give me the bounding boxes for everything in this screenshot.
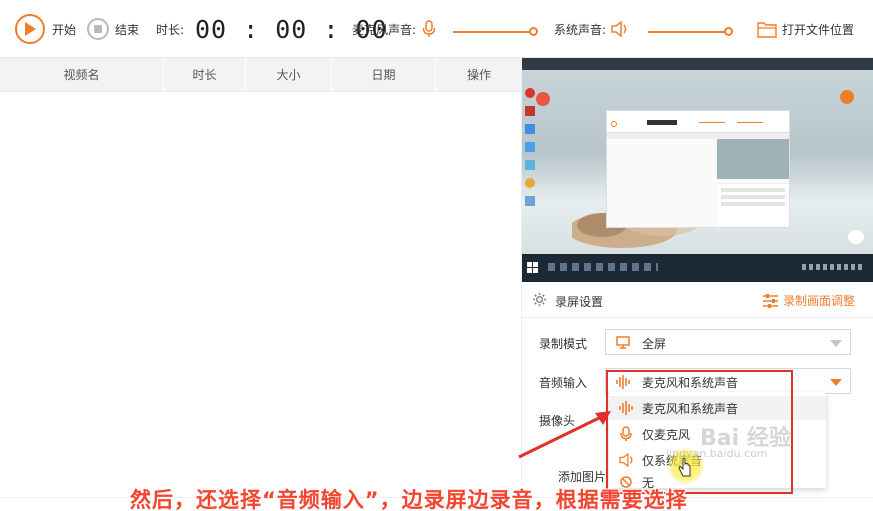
column-header-name[interactable]: 视频名 <box>0 58 164 92</box>
chevron-down-icon <box>830 340 842 347</box>
screen-preview <box>522 58 873 282</box>
audio-option-label: 仅麦克风 <box>642 428 691 442</box>
speaker-icon <box>611 21 627 37</box>
stop-icon <box>87 18 109 40</box>
sliders-icon <box>763 293 778 308</box>
tutorial-caption: 然后，还选择“音频输入”，边录屏边录音，根据需要选择 <box>130 488 688 511</box>
annotation-arrow-icon <box>518 411 611 459</box>
desktop-wallpaper <box>522 70 873 254</box>
hand-cursor-icon <box>678 458 691 477</box>
open-folder-button[interactable]: 打开文件位置 <box>757 0 854 58</box>
system-volume-handle[interactable] <box>724 27 733 36</box>
windows-start-icon <box>527 262 538 273</box>
system-volume-label: 系统声音: <box>554 0 629 58</box>
column-header-actions[interactable]: 操作 <box>436 58 522 92</box>
settings-title: 录屏设置 <box>555 295 604 309</box>
mic-label-text: 麦克风声音: <box>352 22 417 37</box>
speaker-icon <box>619 453 633 467</box>
stop-label: 结束 <box>115 22 140 37</box>
column-header-date[interactable]: 日期 <box>332 58 436 92</box>
recording-mode-value: 全屏 <box>642 337 667 351</box>
recording-settings-header: 录屏设置 录制画面调整 <box>522 282 873 318</box>
audio-option-label: 麦克风和系统声音 <box>642 402 739 416</box>
gear-icon <box>532 292 547 307</box>
open-folder-label: 打开文件位置 <box>782 22 855 37</box>
start-button[interactable]: 开始 <box>15 0 76 58</box>
duration-label-text: 时长: <box>156 22 185 37</box>
toolbar: 开始 结束 时长: 00 : 00 : 00 麦克风声音: 系统声音: 打开文件… <box>0 0 873 58</box>
mic-volume-handle[interactable] <box>529 27 538 36</box>
start-label: 开始 <box>52 22 77 37</box>
nested-recorder-window <box>606 110 790 228</box>
audio-input-select[interactable]: 麦克风和系统声音 <box>605 368 851 394</box>
column-header-duration[interactable]: 时长 <box>164 58 246 92</box>
chevron-down-icon <box>830 379 842 386</box>
system-label-text: 系统声音: <box>554 22 607 37</box>
desktop-icons <box>525 88 537 218</box>
watermark-url: jingyan.baidu.com <box>666 447 768 460</box>
audio-wave-icon <box>619 401 633 415</box>
taskbar <box>522 254 873 282</box>
mic-volume-label: 麦克风声音: <box>352 0 436 58</box>
microphone-icon <box>620 426 632 441</box>
audio-input-label: 音频输入 <box>539 376 588 390</box>
recording-mode-label: 录制模式 <box>539 337 588 351</box>
microphone-icon <box>422 20 436 37</box>
stop-button[interactable]: 结束 <box>87 0 139 58</box>
mic-volume-slider[interactable] <box>453 31 531 33</box>
add-image-label: 添加图片 <box>558 470 607 484</box>
monitor-icon <box>616 336 630 349</box>
audio-input-value: 麦克风和系统声音 <box>642 376 739 390</box>
adjust-recording-area-button[interactable]: 录制画面调整 <box>763 292 855 309</box>
adjust-label: 录制画面调整 <box>783 294 856 308</box>
column-header-size[interactable]: 大小 <box>246 58 332 92</box>
recording-mode-select[interactable]: 全屏 <box>605 329 851 355</box>
audio-wave-icon <box>616 375 630 389</box>
video-list <box>0 92 522 487</box>
audio-option-mic-and-system[interactable]: 麦克风和系统声音 <box>609 396 826 420</box>
play-icon <box>15 14 45 44</box>
folder-icon <box>757 21 777 38</box>
video-table-header: 视频名 时长 大小 日期 操作 <box>0 58 522 92</box>
system-volume-slider[interactable] <box>648 31 726 33</box>
duration-label: 时长: <box>156 0 184 58</box>
